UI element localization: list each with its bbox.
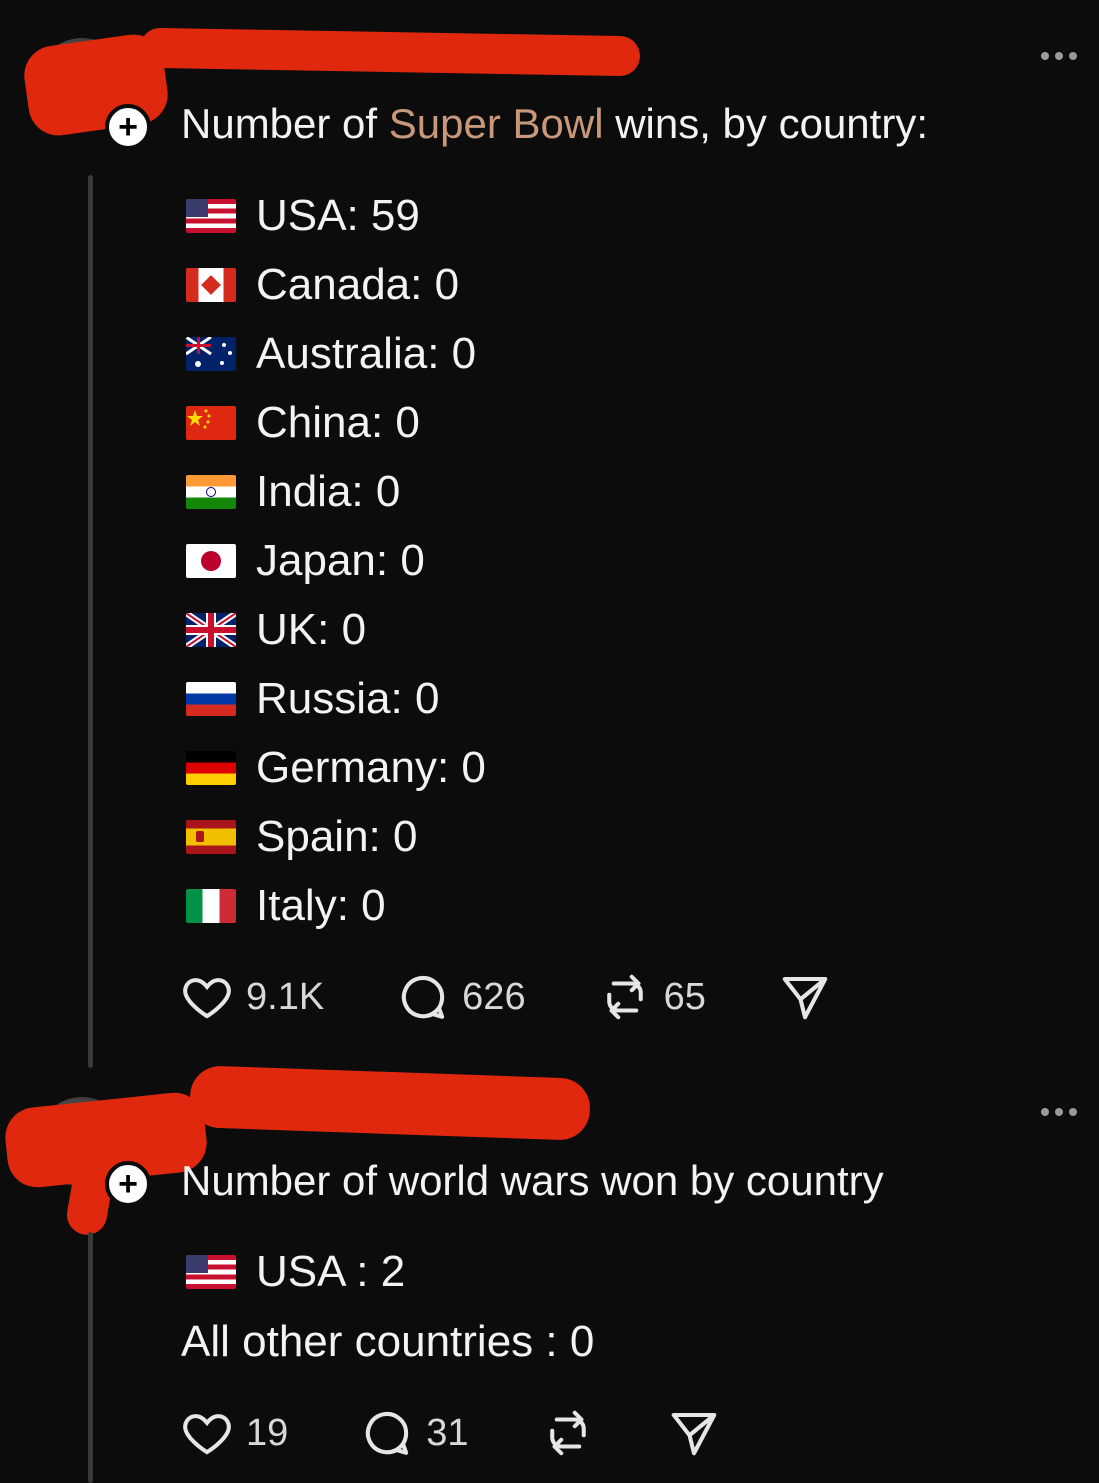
post-actions: 9.1K 626 65 [180, 970, 832, 1024]
list-item: UK: 0 [186, 600, 366, 660]
list-item: Spain: 0 [186, 807, 417, 867]
country-count: Australia: 0 [256, 329, 477, 378]
list-item: India: 0 [186, 462, 400, 522]
list-item: All other countries : 0 [181, 1317, 595, 1366]
like-count: 19 [246, 1411, 289, 1454]
like-count: 9.1K [246, 975, 325, 1018]
thread-line [88, 175, 93, 1068]
list-item: USA : 2 [186, 1242, 405, 1302]
send-icon [671, 1412, 716, 1456]
italy-flag-icon [186, 889, 236, 923]
follow-plus-icon[interactable]: + [105, 1161, 151, 1207]
heart-icon [183, 978, 231, 1019]
like-button[interactable]: 9.1K [180, 970, 324, 1024]
list-item: China: 0 [186, 393, 420, 453]
reply-count: 626 [462, 975, 526, 1018]
repost-icon [549, 1410, 586, 1456]
china-flag-icon [186, 406, 236, 440]
country-count: Canada: 0 [256, 260, 460, 309]
send-icon [782, 976, 828, 1020]
reply-button[interactable]: 31 [360, 1406, 469, 1460]
country-count: Spain: 0 [256, 812, 418, 861]
list-item: Canada: 0 [186, 255, 459, 315]
india-flag-icon [186, 475, 236, 509]
post-2: + Number of world wars won by country US… [0, 1060, 1099, 1483]
redaction-mark [189, 1065, 591, 1141]
country-count: UK: 0 [256, 605, 367, 654]
japan-flag-icon [186, 544, 236, 578]
uk-flag-icon [186, 613, 236, 647]
thread-line [88, 1232, 93, 1483]
germany-flag-icon [186, 751, 236, 785]
repost-button[interactable]: 65 [598, 970, 706, 1024]
comment-icon [366, 1411, 409, 1455]
more-options-icon[interactable] [1041, 52, 1077, 60]
russia-flag-icon [186, 682, 236, 716]
more-options-icon[interactable] [1041, 1108, 1077, 1116]
redaction-mark [139, 27, 641, 77]
list-item: Russia: 0 [186, 669, 439, 729]
like-button[interactable]: 19 [180, 1406, 288, 1460]
reply-button[interactable]: 626 [396, 970, 526, 1024]
post-1: + Number of Super Bowl wins, by country:… [0, 0, 1099, 1068]
share-button[interactable] [667, 1406, 721, 1460]
country-count: USA: 59 [256, 191, 420, 240]
list-item: USA: 59 [186, 186, 420, 246]
country-count: Russia: 0 [256, 674, 440, 723]
share-button[interactable] [778, 970, 832, 1024]
repost-icon [606, 974, 643, 1020]
country-count: Japan: 0 [256, 536, 425, 585]
list-item: Japan: 0 [186, 531, 425, 591]
list-item: Australia: 0 [186, 324, 476, 384]
comment-icon [402, 975, 445, 1019]
post-title: Number of world wars won by country [181, 1157, 884, 1204]
repost-count: 65 [663, 975, 706, 1018]
australia-flag-icon [186, 337, 236, 371]
post-actions: 19 31 [180, 1406, 721, 1460]
follow-plus-icon[interactable]: + [105, 104, 151, 150]
list-item: Germany: 0 [186, 738, 486, 798]
country-count: Italy: 0 [256, 881, 386, 930]
canada-flag-icon [186, 268, 236, 302]
repost-button[interactable] [541, 1406, 595, 1460]
post-title: Number of Super Bowl wins, by country: [181, 100, 928, 147]
highlighted-keyword: Super Bowl [388, 100, 604, 147]
us-flag-icon [186, 199, 236, 233]
spain-flag-icon [186, 820, 236, 854]
heart-icon [183, 1414, 231, 1455]
country-count: China: 0 [256, 398, 420, 447]
us-flag-icon [186, 1255, 236, 1289]
country-count: India: 0 [256, 467, 401, 516]
country-count: USA : 2 [256, 1247, 406, 1296]
country-count: Germany: 0 [256, 743, 486, 792]
reply-count: 31 [426, 1411, 469, 1454]
list-item: Italy: 0 [186, 876, 386, 936]
